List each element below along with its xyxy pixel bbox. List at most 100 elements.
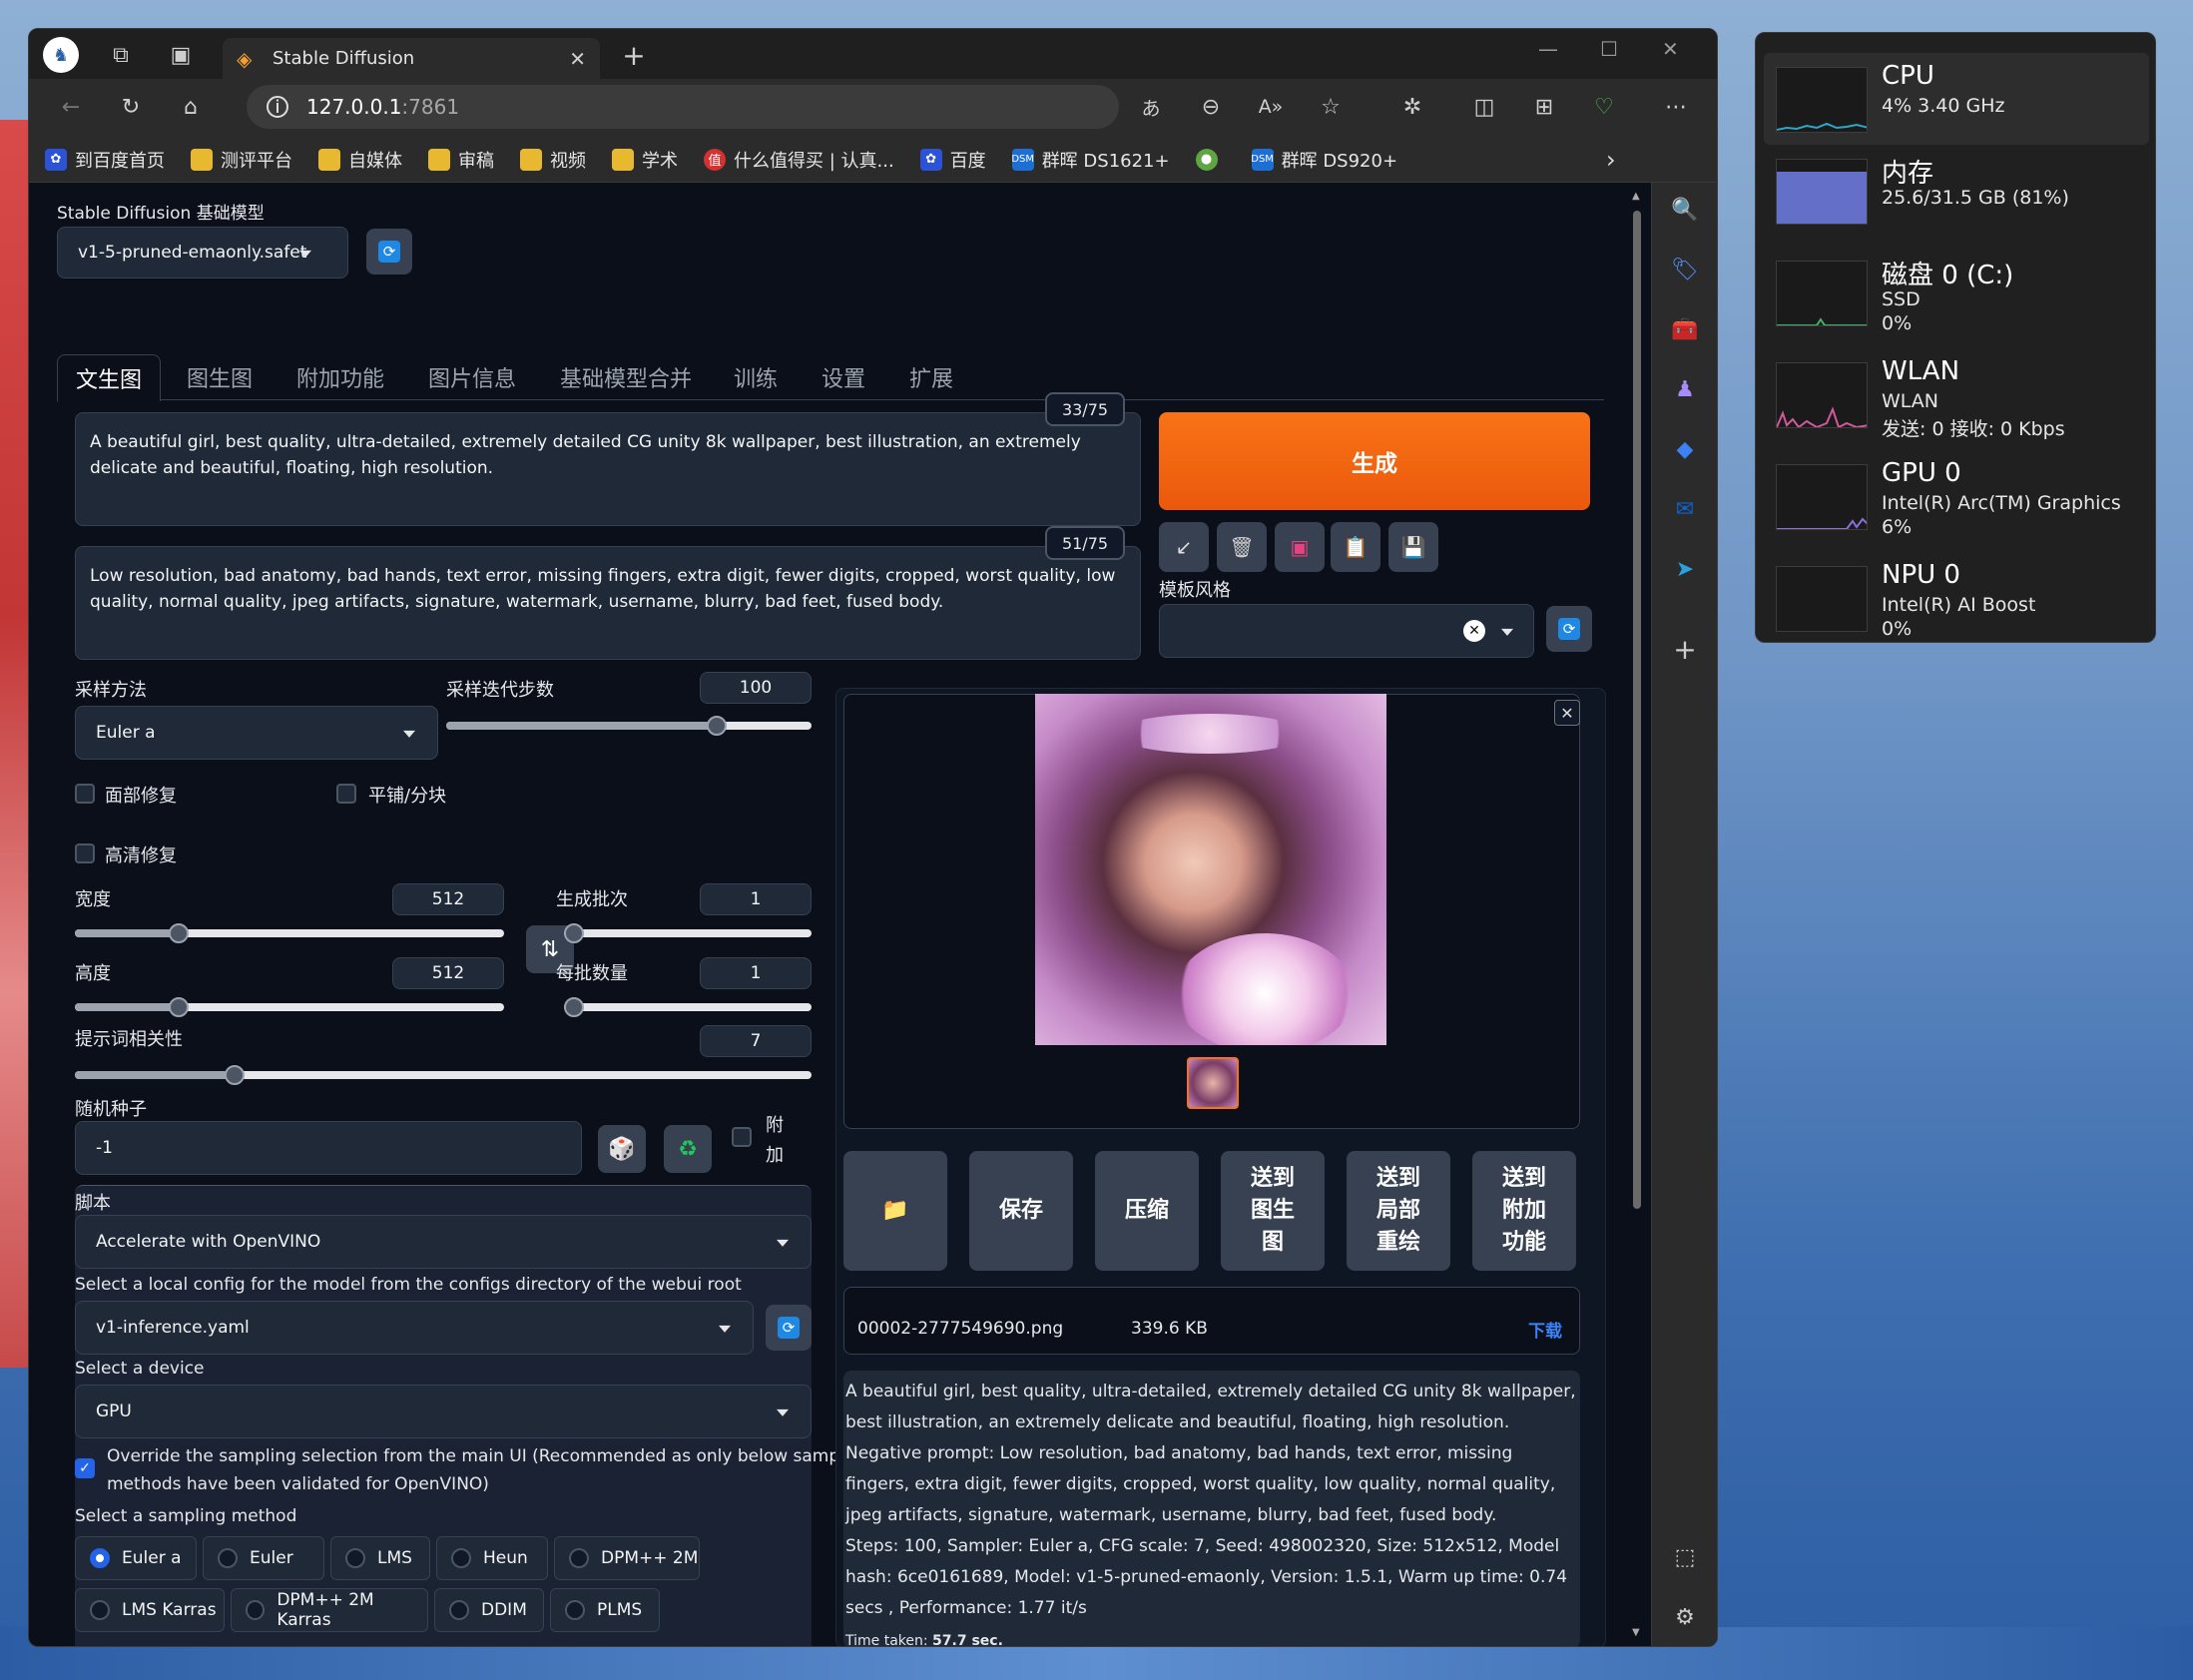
more-menu-icon[interactable]: ⋯ [1658, 89, 1694, 125]
sampler-dropdown[interactable]: Euler a [75, 706, 438, 760]
batch-size-slider-handle[interactable] [564, 997, 584, 1017]
send-icon[interactable]: ➤ [1668, 552, 1702, 586]
home-icon[interactable]: ⌂ [173, 89, 209, 125]
device-dropdown[interactable]: GPU [75, 1385, 812, 1438]
steps-input[interactable]: 100 [700, 672, 812, 704]
trash-icon[interactable]: 🗑 [1217, 522, 1267, 572]
hires-fix-checkbox[interactable] [75, 843, 95, 863]
favorite-star-icon[interactable]: ☆ [1313, 89, 1349, 125]
save-button[interactable]: 保存 [969, 1151, 1073, 1271]
close-icon[interactable]: ✕ [1554, 700, 1580, 726]
clear-icon[interactable]: ✕ [1463, 620, 1485, 642]
games-icon[interactable]: ♟ [1668, 372, 1702, 406]
tm-cpu-row[interactable]: CPU 4% 3.40 GHz [1764, 53, 2149, 145]
bookmark-baidu[interactable]: ✿ 百度 [919, 147, 986, 173]
radio-dpm-2m[interactable]: DPM++ 2M [554, 1536, 700, 1580]
tm-wlan-row[interactable]: WLAN WLAN 发送: 0 接收: 0 Kbps [1764, 348, 2149, 440]
radio-plms[interactable]: PLMS [550, 1588, 660, 1632]
config-refresh-button[interactable]: ⟳ [766, 1305, 812, 1351]
close-tab-icon[interactable]: ✕ [569, 47, 586, 71]
send-to-inpaint-button[interactable]: 送到局部重绘 [1347, 1151, 1450, 1271]
face-restore-checkbox[interactable] [75, 784, 95, 804]
new-tab-icon[interactable]: + [616, 37, 652, 73]
bookmark-ds920[interactable]: DSM 群晖 DS920+ [1251, 147, 1397, 173]
radio-euler-a[interactable]: Euler a [75, 1536, 197, 1580]
radio-lms[interactable]: LMS [330, 1536, 430, 1580]
read-aloud-icon[interactable]: A» [1253, 89, 1289, 125]
minimize-icon[interactable]: — [1538, 37, 1558, 61]
tm-disk-row[interactable]: 磁盘 0 (C:) SSD 0% [1764, 247, 2149, 338]
tools-icon[interactable]: 🧰 [1668, 312, 1702, 346]
bookmark-academic[interactable]: 学术 [612, 147, 678, 173]
batch-count-slider-handle[interactable] [564, 923, 584, 943]
url-field[interactable]: i 127.0.0.1:7861 [247, 85, 1119, 129]
save-style-icon[interactable]: 💾 [1388, 522, 1438, 572]
style-refresh-button[interactable]: ⟳ [1546, 606, 1592, 652]
back-icon[interactable]: ← [53, 89, 89, 125]
settings-gear-icon[interactable]: ⚙ [1668, 1600, 1702, 1634]
send-to-extras-button[interactable]: 送到附加功能 [1472, 1151, 1576, 1271]
style-dropdown[interactable]: ✕ [1159, 604, 1534, 658]
open-folder-button[interactable]: 📁 [843, 1151, 947, 1271]
send-to-img2img-button[interactable]: 送到图生图 [1221, 1151, 1325, 1271]
width-slider-handle[interactable] [169, 923, 189, 943]
extra-seed-checkbox[interactable] [732, 1127, 752, 1147]
tiling-checkbox[interactable] [336, 784, 356, 804]
tab-txt2img[interactable]: 文生图 [57, 354, 162, 401]
model-dropdown[interactable]: v1-5-pruned-emaonly.safet [57, 227, 348, 279]
generate-button[interactable]: 生成 [1159, 412, 1590, 510]
dice-icon[interactable]: 🎲 [598, 1125, 646, 1173]
tab-settings[interactable]: 设置 [804, 354, 883, 400]
batch-count-slider[interactable] [564, 923, 812, 943]
clipboard-icon[interactable]: 📋 [1331, 522, 1380, 572]
zip-button[interactable]: 压缩 [1095, 1151, 1199, 1271]
maximize-icon[interactable]: ☐ [1600, 37, 1618, 61]
translate-icon[interactable]: あ [1133, 89, 1169, 125]
bookmark-self-media[interactable]: 自媒体 [318, 147, 402, 173]
extensions-icon[interactable]: ✲ [1394, 89, 1430, 125]
height-slider[interactable] [75, 997, 504, 1017]
bookmark-review-platform[interactable]: 测评平台 [191, 147, 292, 173]
tab-extras[interactable]: 附加功能 [278, 354, 402, 400]
steps-slider[interactable] [446, 716, 812, 736]
zoom-icon[interactable]: ⊖ [1193, 89, 1229, 125]
tab-train[interactable]: 训练 [716, 354, 796, 400]
profile-avatar[interactable]: ♞ [43, 37, 79, 73]
radio-lms-karras[interactable]: LMS Karras [75, 1588, 225, 1632]
height-input[interactable]: 512 [392, 957, 504, 989]
batch-count-input[interactable]: 1 [700, 883, 812, 915]
browser-essentials-icon[interactable]: ♡ [1586, 89, 1622, 125]
tab-extensions[interactable]: 扩展 [891, 354, 971, 400]
tm-gpu-row[interactable]: GPU 0 Intel(R) Arc(TM) Graphics 6% [1764, 450, 2149, 542]
collections-icon[interactable]: ⊞ [1526, 89, 1562, 125]
bookmark-smzdm[interactable]: 值什么值得买 | 认真... [704, 147, 894, 173]
outlook-icon[interactable]: ✉ [1668, 492, 1702, 526]
negative-prompt-input[interactable]: Low resolution, bad anatomy, bad hands, … [75, 546, 1141, 660]
width-slider[interactable] [75, 923, 504, 943]
screenshot-icon[interactable]: ⬚ [1668, 1540, 1702, 1574]
cfg-slider[interactable] [75, 1065, 812, 1085]
bookmark-unnamed[interactable]: ● [1195, 148, 1226, 171]
config-dropdown[interactable]: v1-inference.yaml [75, 1301, 754, 1355]
tm-npu-row[interactable]: NPU 0 Intel(R) AI Boost 0% [1764, 552, 2149, 644]
cfg-input[interactable]: 7 [700, 1025, 812, 1057]
recycle-icon[interactable]: ♻ [664, 1125, 712, 1173]
bookmark-baidu-home[interactable]: ✿ 到百度首页 [45, 147, 165, 173]
batch-size-slider[interactable] [564, 997, 812, 1017]
workspaces-icon[interactable]: ⧉ [103, 37, 139, 73]
batch-size-input[interactable]: 1 [700, 957, 812, 989]
override-sampler-checkbox[interactable]: ✓ [75, 1458, 95, 1478]
reload-icon[interactable]: ↻ [113, 89, 149, 125]
script-dropdown[interactable]: Accelerate with OpenVINO [75, 1215, 812, 1269]
copilot-icon[interactable]: ◆ [1668, 432, 1702, 466]
thumbnail[interactable] [1187, 1057, 1239, 1109]
close-window-icon[interactable]: ✕ [1662, 37, 1679, 61]
browser-tab[interactable]: ◈ Stable Diffusion ✕ [223, 38, 600, 79]
split-screen-icon[interactable]: ◫ [1466, 89, 1502, 125]
download-link[interactable]: 下载 [1528, 1317, 1562, 1342]
read-params-icon[interactable]: ↙ [1159, 522, 1209, 572]
tab-png-info[interactable]: 图片信息 [410, 354, 534, 400]
tab-checkpoint-merger[interactable]: 基础模型合并 [542, 354, 710, 400]
width-input[interactable]: 512 [392, 883, 504, 915]
site-info-icon[interactable]: i [267, 96, 288, 118]
